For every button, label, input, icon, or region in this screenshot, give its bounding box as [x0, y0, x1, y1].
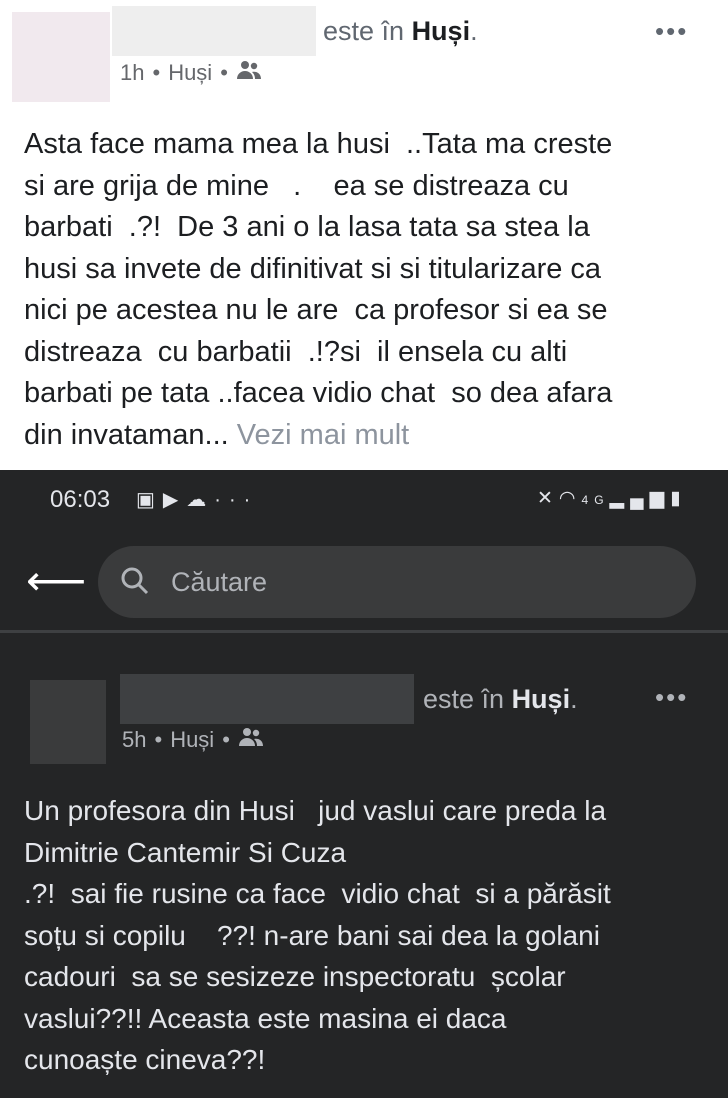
- blurred-author-name[interactable]: [112, 6, 316, 56]
- battery-icon: ▮: [670, 488, 687, 509]
- 4g-icon: 4G: [581, 493, 610, 507]
- location-link[interactable]: Huși: [412, 16, 471, 46]
- avatar[interactable]: [12, 12, 110, 102]
- post-time[interactable]: 5h: [122, 727, 146, 753]
- status-time: 06:03: [50, 486, 111, 513]
- avatar[interactable]: [30, 680, 106, 764]
- divider: [0, 630, 728, 633]
- status-left-icons: ▣▶☁···: [136, 487, 258, 512]
- friends-privacy-icon: [238, 727, 264, 753]
- wifi-icon: ◠: [558, 488, 582, 509]
- search-bar[interactable]: Căutare: [98, 546, 696, 618]
- dark-post-screenshot: 06:03 ▣▶☁··· ✕◠4G▂▄▆▮ ⟵ Căutare este în …: [0, 470, 728, 1098]
- play-icon: ▶: [162, 489, 187, 511]
- post-text: Un profesora din Husi jud vaslui care pr…: [24, 795, 611, 1075]
- post-place: Huși: [168, 60, 213, 85]
- location-link[interactable]: Huși: [512, 684, 571, 714]
- back-arrow-icon[interactable]: ⟵: [26, 560, 86, 602]
- post-place: Huși: [170, 727, 215, 752]
- weather-icon: ☁: [186, 489, 215, 511]
- more-options-icon[interactable]: •••: [655, 682, 688, 713]
- gallery-icon: ▣: [136, 489, 163, 511]
- post-text: Asta face mama mea la husi ..Tata ma cre…: [24, 128, 613, 451]
- post-meta: 5h • Huși •: [122, 727, 264, 753]
- signal-icon: ▂▄▆: [609, 488, 671, 509]
- post-meta: 1h • Huși •: [120, 60, 262, 86]
- checkin-text: este în Huși.: [323, 16, 478, 46]
- friends-privacy-icon: [236, 60, 262, 86]
- status-bar: 06:03 ▣▶☁··· ✕◠4G▂▄▆▮: [0, 470, 728, 528]
- post-body: Un profesora din Husi jud vaslui care pr…: [24, 790, 714, 1081]
- search-placeholder: Căutare: [171, 567, 268, 597]
- blurred-author-name[interactable]: [120, 674, 414, 724]
- mute-icon: ✕: [537, 488, 559, 509]
- post-body: Asta face mama mea la husi ..Tata ma cre…: [24, 124, 704, 456]
- see-more-link[interactable]: Vezi mai mult: [237, 419, 409, 451]
- search-icon: [120, 566, 150, 603]
- status-right-icons: ✕◠4G▂▄▆▮: [537, 487, 687, 510]
- light-post-screenshot: este în Huși. 1h • Huși • ••• Asta face …: [0, 0, 728, 470]
- checkin-text: este în Huși.: [423, 684, 578, 714]
- more-dots-icon: ···: [214, 489, 259, 511]
- post-time[interactable]: 1h: [120, 60, 144, 86]
- more-options-icon[interactable]: •••: [655, 16, 688, 47]
